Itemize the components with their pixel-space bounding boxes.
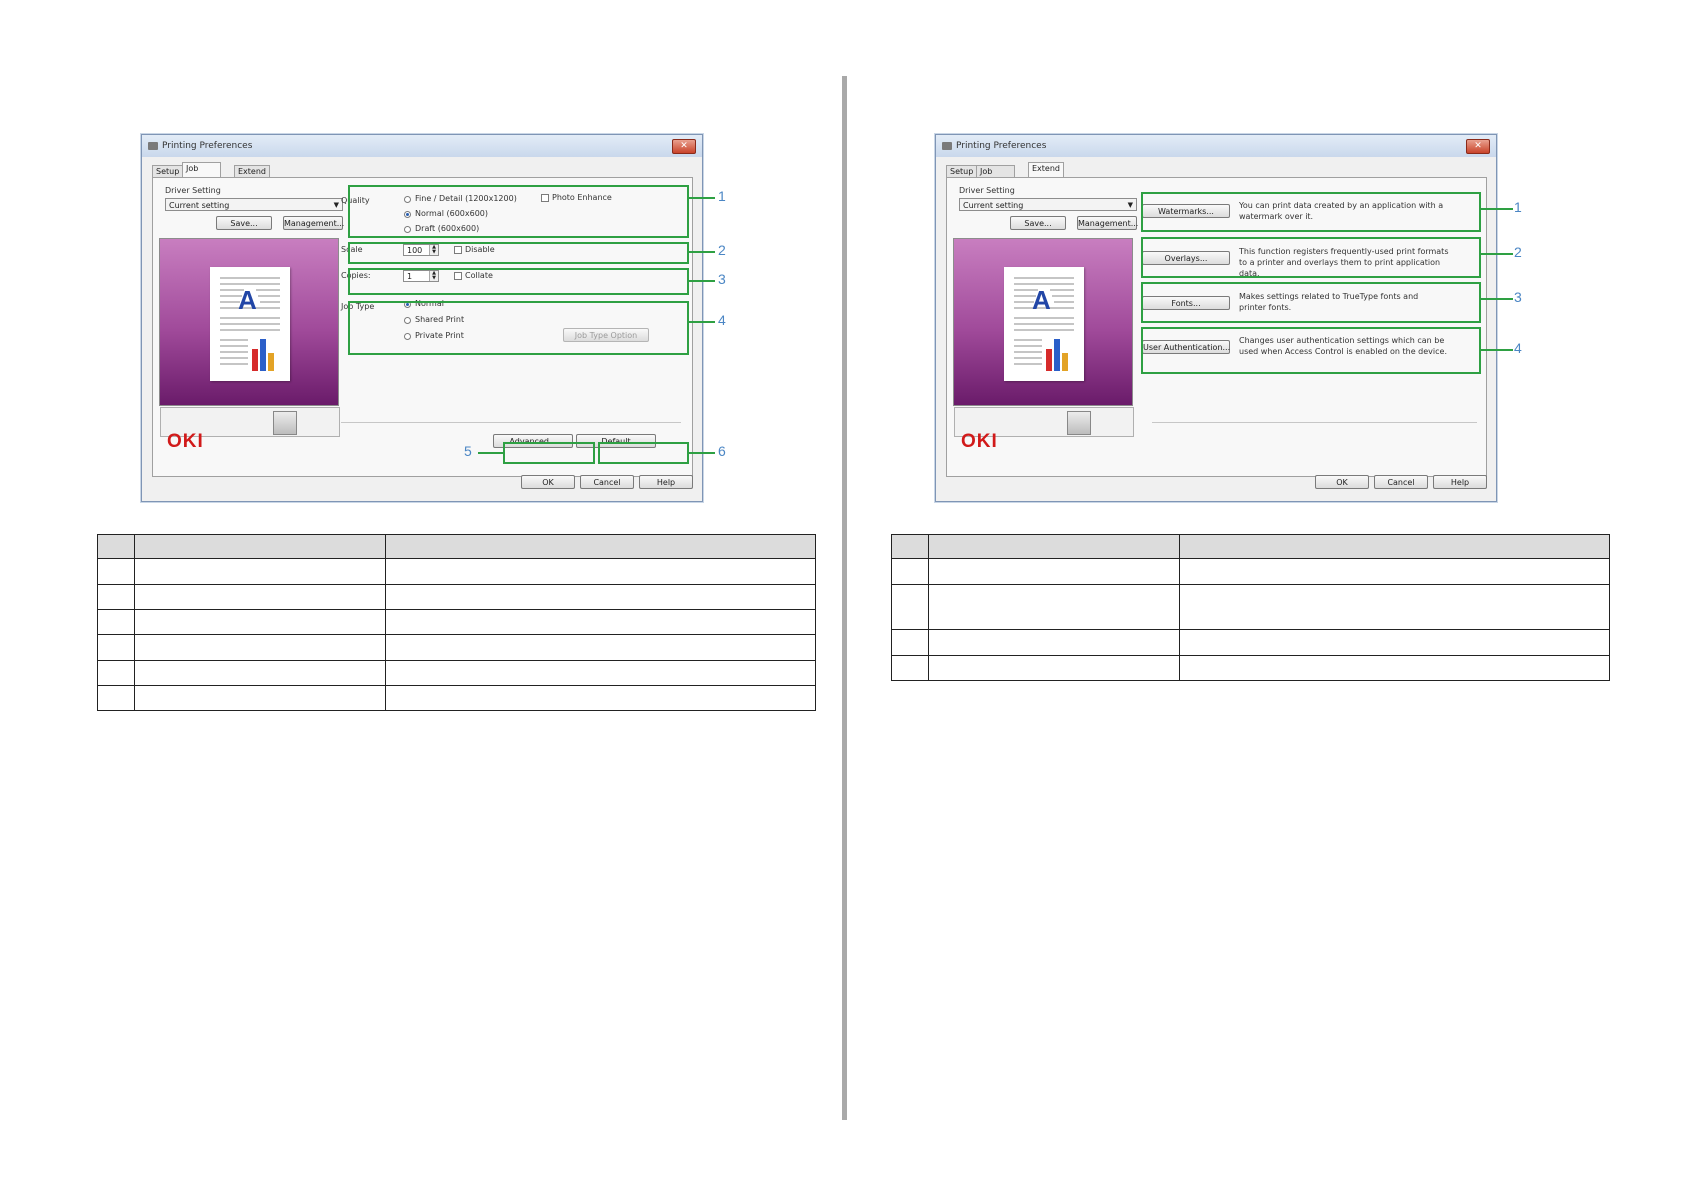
- callout-number: 4: [1514, 340, 1522, 356]
- right-items-table: [891, 534, 1610, 681]
- callout-line: [1481, 349, 1513, 351]
- callout-line: [1481, 208, 1513, 210]
- callout-line: [689, 321, 715, 323]
- callout-box-user-authentication: [1141, 327, 1481, 374]
- save-button[interactable]: Save...: [216, 216, 272, 230]
- callout-number: 1: [718, 188, 726, 204]
- driver-setting-label: Driver Setting: [165, 186, 221, 195]
- driver-setting-value: Current setting: [963, 201, 1024, 210]
- printer-icon: [148, 142, 158, 150]
- tab-job-options[interactable]: Job Options: [182, 162, 221, 185]
- title-bar[interactable]: Printing Preferences ✕: [936, 135, 1496, 157]
- tab-extend[interactable]: Extend: [1028, 162, 1064, 178]
- callout-box-advanced: [503, 442, 595, 464]
- preview-letter: A: [1032, 285, 1051, 315]
- page-divider: [842, 76, 847, 1120]
- panel-separator: [1152, 422, 1477, 423]
- driver-setting-label: Driver Setting: [959, 186, 1015, 195]
- chevron-down-icon: ▼: [1127, 201, 1133, 209]
- callout-line: [689, 197, 715, 199]
- callout-number: 1: [1514, 199, 1522, 215]
- driver-setting-value: Current setting: [169, 201, 230, 210]
- left-items-table: [97, 534, 816, 711]
- callout-box-watermarks: [1141, 192, 1481, 232]
- callout-line: [689, 280, 715, 282]
- ok-button[interactable]: OK: [521, 475, 575, 489]
- callout-number: 2: [718, 242, 726, 258]
- driver-setting-dropdown[interactable]: Current setting ▼: [959, 198, 1137, 211]
- help-button[interactable]: Help: [639, 475, 693, 489]
- printer-icon: [942, 142, 952, 150]
- callout-number: 5: [464, 443, 472, 459]
- title-bar[interactable]: Printing Preferences ✕: [142, 135, 702, 157]
- close-icon[interactable]: ✕: [1466, 139, 1490, 154]
- panel-separator: [341, 422, 681, 423]
- callout-box-copies: [348, 268, 689, 295]
- callout-number: 3: [1514, 289, 1522, 305]
- callout-box-job-type: [348, 301, 689, 355]
- callout-number: 2: [1514, 244, 1522, 260]
- management-button[interactable]: Management...: [1077, 216, 1138, 230]
- print-preview-icon[interactable]: [1067, 411, 1091, 435]
- management-button[interactable]: Management...: [283, 216, 344, 230]
- oki-logo: OKI: [167, 431, 204, 452]
- callout-box-default: [598, 442, 689, 464]
- print-preview: A: [159, 238, 340, 437]
- callout-box-scale: [348, 242, 689, 264]
- callout-line: [1481, 253, 1513, 255]
- callout-line: [1481, 298, 1513, 300]
- driver-setting-dropdown[interactable]: Current setting ▼: [165, 198, 343, 211]
- callout-line: [689, 251, 715, 253]
- ok-button[interactable]: OK: [1315, 475, 1369, 489]
- window-title: Printing Preferences: [956, 141, 1047, 151]
- callout-line: [689, 452, 715, 454]
- callout-number: 6: [718, 443, 726, 459]
- cancel-button[interactable]: Cancel: [1374, 475, 1428, 489]
- print-preview-icon[interactable]: [273, 411, 297, 435]
- print-preview: A: [953, 238, 1134, 437]
- window-title: Printing Preferences: [162, 141, 253, 151]
- preview-page: A: [1004, 267, 1084, 381]
- close-icon[interactable]: ✕: [672, 139, 696, 154]
- cancel-button[interactable]: Cancel: [580, 475, 634, 489]
- preview-letter: A: [238, 285, 257, 315]
- help-button[interactable]: Help: [1433, 475, 1487, 489]
- callout-box-fonts: [1141, 282, 1481, 323]
- callout-line: [478, 452, 503, 454]
- callout-box-quality: [348, 185, 689, 238]
- save-button[interactable]: Save...: [1010, 216, 1066, 230]
- callout-number: 3: [718, 271, 726, 287]
- preview-page: A: [210, 267, 290, 381]
- callout-box-overlays: [1141, 237, 1481, 278]
- callout-number: 4: [718, 312, 726, 328]
- oki-logo: OKI: [961, 431, 998, 452]
- chevron-down-icon: ▼: [333, 201, 339, 209]
